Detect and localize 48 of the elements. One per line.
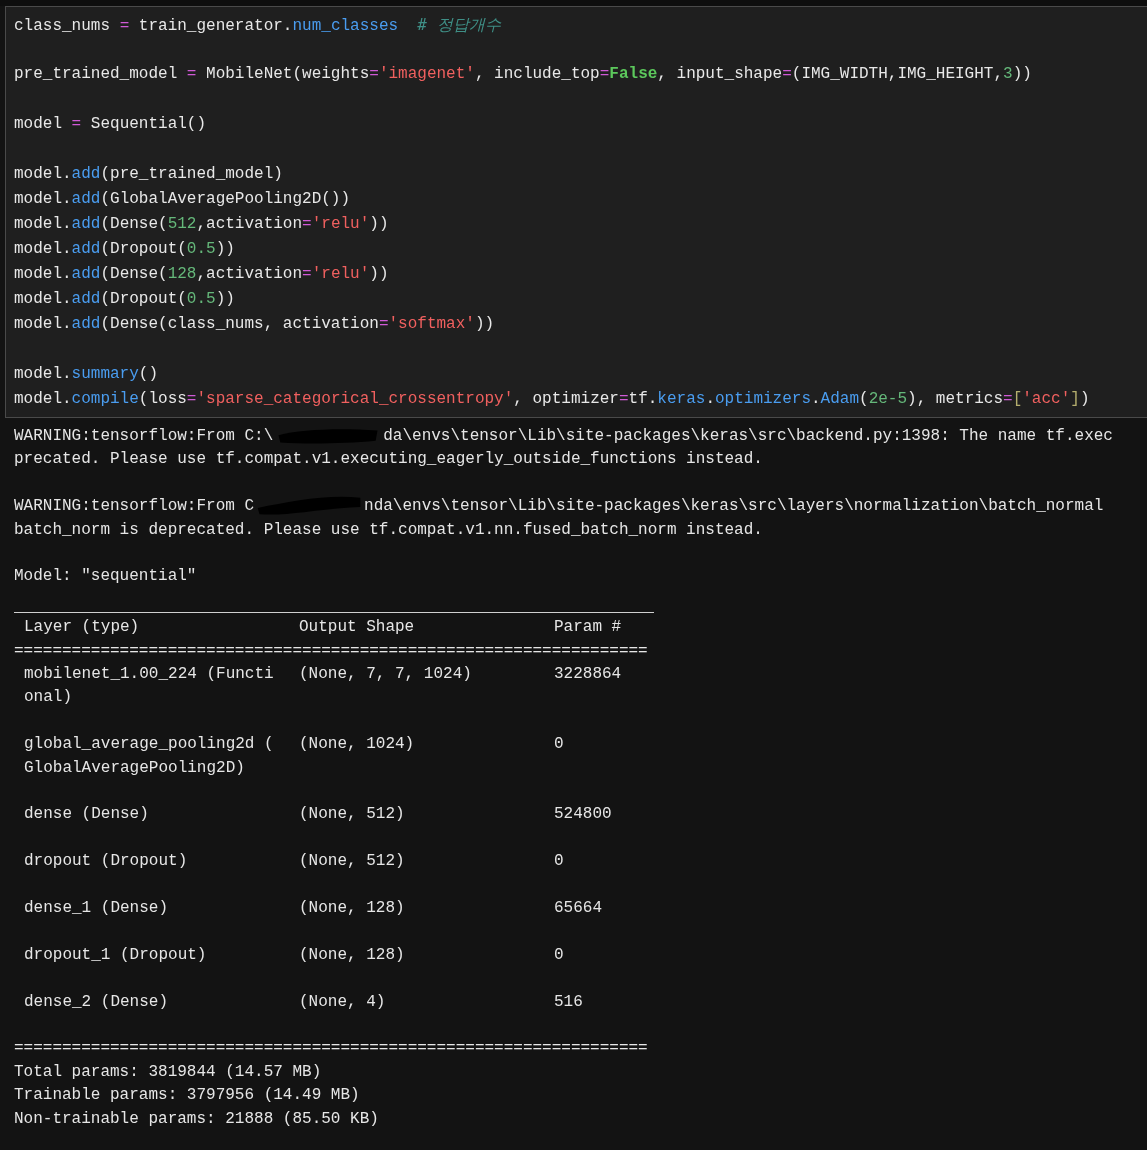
table-cell-text: (None, 4) [299, 991, 387, 1013]
warning-text: WARNING:tensorflow:From C [14, 496, 255, 518]
table-cell-text: 524800 [554, 804, 613, 826]
warning-text: nda\envs\tensor\Lib\site-packages\keras\src\layers\normalization\batch_normal [364, 496, 1104, 518]
code-line: model = Sequential() [14, 114, 208, 135]
column-header: Output Shape [299, 617, 416, 639]
code-line: model.add(pre_trained_model) [14, 164, 284, 185]
code-line: pre_trained_model = MobileNet(weights='imagenet', include_top=False, input_shape=(IMG_WIDTH,IMG_HEIGHT,3)) [14, 64, 1033, 85]
code-line: model.add(Dropout(0.5)) [14, 289, 236, 310]
table-cell-text: (None, 128) [299, 944, 406, 966]
table-cell-text: (None, 1024) [299, 734, 416, 756]
code-line: model.summary() [14, 364, 160, 385]
code-line: model.compile(loss='sparse_categorical_crossentropy', optimizer=tf.keras.optimizers.Adam(2e-5), metrics=['acc']) [14, 389, 1091, 410]
column-header: Layer (type) [24, 617, 141, 639]
code-line: model.add(Dense(class_nums, activation='softmax')) [14, 314, 496, 335]
table-cell-text: (None, 512) [299, 804, 406, 826]
table-cell-text: dropout_1 (Dropout) [24, 944, 208, 966]
separator-line: ================================================================== [14, 640, 649, 662]
warning-text: WARNING:tensorflow:From C:\ [14, 426, 274, 447]
code-line: model.add(Dense(128,activation='relu')) [14, 264, 390, 285]
warning-text: da\envs\tensor\Lib\site-packages\keras\src\backend.py:1398: The name tf.exec [383, 426, 1113, 447]
params-total-text: Non-trainable params: 21888 (85.50 KB) [14, 1108, 380, 1130]
column-header: Param # [554, 617, 623, 639]
model-name-text: Model: "sequential" [14, 566, 198, 588]
table-cell-text: 516 [554, 991, 584, 1013]
code-line: model.add(GlobalAveragePooling2D()) [14, 189, 352, 210]
table-cell-text: (None, 128) [299, 897, 406, 919]
table-cell-text: dense_2 (Dense) [24, 991, 170, 1013]
table-cell-text: 0 [554, 851, 565, 873]
params-total-text: Trainable params: 3797956 (14.49 MB) [14, 1085, 361, 1107]
table-cell-text: (None, 512) [299, 851, 406, 873]
table-cell-text: mobilenet_1.00_224 (Functional) [24, 663, 275, 709]
table-cell-text: 0 [554, 944, 565, 966]
table-cell-text: (None, 7, 7, 1024) [299, 663, 473, 685]
separator-line: ================================================================== [14, 1038, 649, 1060]
table-cell-text: dense_1 (Dense) [24, 897, 170, 919]
params-total-text: Total params: 3819844 (14.57 MB) [14, 1061, 323, 1083]
code-line: class_nums = train_generator.num_classes # 정답개수 [14, 14, 502, 37]
warning-text: batch_norm is deprecated. Please use tf.compat.v1.nn.fused_batch_norm instead. [14, 519, 764, 541]
code-line: model.add(Dropout(0.5)) [14, 239, 236, 260]
code-line: model.add(Dense(512,activation='relu')) [14, 214, 390, 235]
table-cell-text: dense (Dense) [24, 804, 150, 826]
table-cell-text: global_average_pooling2d (GlobalAveragePooling2D) [24, 734, 275, 779]
table-cell-text: 65664 [554, 897, 603, 919]
warning-text: precated. Please use tf.compat.v1.executing_eagerly_outside_functions instead. [14, 449, 764, 471]
table-cell-text: 0 [554, 734, 565, 756]
table-cell-text: dropout (Dropout) [24, 851, 189, 873]
table-cell-text: 3228864 [554, 663, 623, 685]
